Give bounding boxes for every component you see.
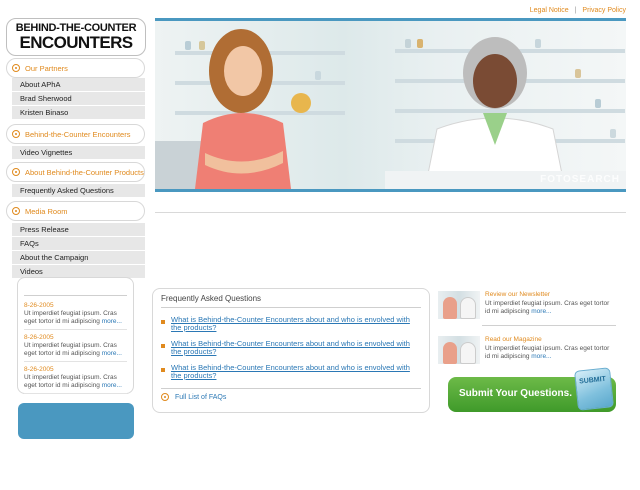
nav-section-our-partners[interactable]: Our Partners xyxy=(6,58,145,78)
news-date: 8-26-2005 xyxy=(24,366,54,373)
more-link[interactable]: more... xyxy=(102,382,122,389)
faq-question-link[interactable]: What is Behind-the-Counter Encounters ab… xyxy=(171,364,421,380)
magazine-text: Ut imperdiet feugiat ipsum. Cras eget to… xyxy=(485,345,610,360)
person-shape xyxy=(443,342,457,364)
orange-bullet-icon xyxy=(161,393,169,401)
more-link[interactable]: more... xyxy=(102,350,122,357)
news-text: Ut imperdiet feugiat ipsum. Cras eget to… xyxy=(24,342,122,357)
nav-section-label: Our Partners xyxy=(25,63,68,73)
faq-question: What is Behind-the-Counter Encounters ab… xyxy=(161,340,421,356)
nav-section-media-room[interactable]: Media Room xyxy=(6,201,145,221)
newsletter-promo: Review our Newsletter Ut imperdiet feugi… xyxy=(438,291,616,323)
submit-key-label: SUBMIT xyxy=(578,375,607,386)
news-item: 8-26-2005 Ut imperdiet feugiat ipsum. Cr… xyxy=(24,302,127,330)
more-link[interactable]: more... xyxy=(531,308,551,315)
newsletter-text: Ut imperdiet feugiat ipsum. Cras eget to… xyxy=(485,300,610,315)
news-item: 8-26-2005 Ut imperdiet feugiat ipsum. Cr… xyxy=(24,334,127,362)
news-item: 8-26-2005 Ut imperdiet feugiat ipsum. Cr… xyxy=(24,366,127,394)
nav-item-press-release[interactable]: Press Release xyxy=(12,223,145,237)
blue-feature-button[interactable] xyxy=(18,403,134,439)
nav-item-about-campaign[interactable]: About the Campaign xyxy=(12,251,145,265)
person-shape xyxy=(460,342,476,364)
magazine-promo: Read our Magazine Ut imperdiet feugiat i… xyxy=(438,336,616,368)
newsletter-thumbnail[interactable] xyxy=(438,291,480,319)
orange-bullet-icon xyxy=(12,168,20,176)
faq-title: Frequently Asked Questions xyxy=(161,294,262,303)
legal-notice-link[interactable]: Legal Notice xyxy=(530,7,569,14)
hero-photo xyxy=(155,29,626,189)
news-panel: 8-26-2005 Ut imperdiet feugiat ipsum. Cr… xyxy=(17,277,134,394)
more-link[interactable]: more... xyxy=(531,353,551,360)
nav-section-label: About Behind-the-Counter Products xyxy=(25,167,144,177)
faq-question: What is Behind-the-Counter Encounters ab… xyxy=(161,316,421,332)
nav-section-label: Behind-the-Counter Encounters xyxy=(25,129,131,139)
newsletter-title[interactable]: Review our Newsletter xyxy=(485,291,550,299)
news-date: 8-26-2005 xyxy=(24,334,54,341)
orange-bullet-icon xyxy=(12,207,20,215)
divider xyxy=(24,295,127,296)
divider xyxy=(161,307,421,308)
divider xyxy=(155,212,626,213)
nav-section-label: Media Room xyxy=(25,206,68,216)
customer-face xyxy=(224,46,262,96)
magazine-thumbnail[interactable] xyxy=(438,336,480,364)
orange-square-bullet-icon xyxy=(161,320,165,324)
faq-panel: Frequently Asked Questions What is Behin… xyxy=(152,288,430,413)
nav-item-kristen-binaso[interactable]: Kristen Binaso xyxy=(12,106,145,120)
faq-question: What is Behind-the-Counter Encounters ab… xyxy=(161,364,421,380)
full-faq-link[interactable]: Full List of FAQs xyxy=(161,393,421,401)
nav-section-about-products[interactable]: About Behind-the-Counter Products xyxy=(6,162,145,182)
submit-questions-label: Submit Your Questions. xyxy=(459,388,572,399)
nav-item-about-apha[interactable]: About APhA xyxy=(12,78,145,92)
divider xyxy=(161,388,421,389)
submit-key-icon[interactable]: SUBMIT xyxy=(574,367,614,411)
pharmacist-face xyxy=(473,54,517,108)
faq-question-link[interactable]: What is Behind-the-Counter Encounters ab… xyxy=(171,340,421,356)
utility-separator: | xyxy=(574,7,577,14)
news-date: 8-26-2005 xyxy=(24,302,54,309)
magazine-title[interactable]: Read our Magazine xyxy=(485,336,542,344)
customer-shirt xyxy=(195,113,291,189)
flowers xyxy=(291,93,311,113)
logo-line-2: ENCOUNTERS xyxy=(19,33,133,52)
orange-bullet-icon xyxy=(12,130,20,138)
news-text: Ut imperdiet feugiat ipsum. Cras eget to… xyxy=(24,374,122,389)
divider xyxy=(482,325,616,326)
person-shape xyxy=(460,297,476,319)
person-shape xyxy=(443,297,457,319)
nav-item-brad-sherwood[interactable]: Brad Sherwood xyxy=(12,92,145,106)
hero-image: FOTOSEARCH xyxy=(155,18,626,192)
full-faq-label: Full List of FAQs xyxy=(175,393,227,401)
more-link[interactable]: more... xyxy=(102,318,122,325)
privacy-policy-link[interactable]: Privacy Policy xyxy=(582,7,626,14)
news-text: Ut imperdiet feugiat ipsum. Cras eget to… xyxy=(24,310,122,325)
sidebar-nav: Our Partners About APhA Brad Sherwood Kr… xyxy=(6,58,145,279)
site-logo[interactable]: BEHIND-THE-COUNTER ENCOUNTERS xyxy=(6,18,146,56)
orange-square-bullet-icon xyxy=(161,344,165,348)
nav-item-faq[interactable]: Frequently Asked Questions xyxy=(12,184,145,198)
utility-links: Legal Notice | Privacy Policy xyxy=(530,7,626,14)
faq-question-link[interactable]: What is Behind-the-Counter Encounters ab… xyxy=(171,316,421,332)
orange-bullet-icon xyxy=(12,64,20,72)
nav-item-video-vignettes[interactable]: Video Vignettes xyxy=(12,146,145,160)
hero-watermark: FOTOSEARCH xyxy=(540,174,620,185)
nav-section-btc-encounters[interactable]: Behind-the-Counter Encounters xyxy=(6,124,145,144)
nav-item-faqs[interactable]: FAQs xyxy=(12,237,145,251)
orange-square-bullet-icon xyxy=(161,368,165,372)
